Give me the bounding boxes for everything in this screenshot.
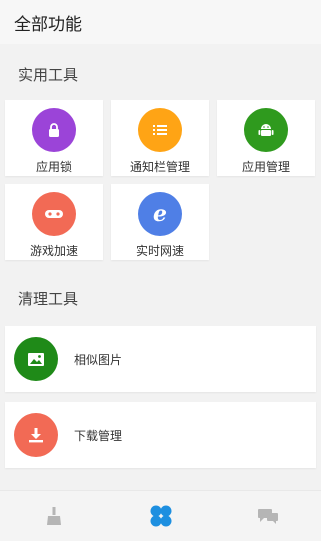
android-icon bbox=[244, 108, 288, 152]
tool-tile-network-speed[interactable]: e 实时网速 bbox=[111, 184, 209, 260]
clean-label: 相似图片 bbox=[74, 352, 123, 367]
gamepad-icon bbox=[32, 192, 76, 236]
download-icon bbox=[14, 413, 58, 457]
ie-icon: e bbox=[138, 192, 182, 236]
tool-tile-app-lock[interactable]: 应用锁 bbox=[5, 100, 103, 176]
page-header: 全部功能 bbox=[0, 0, 321, 44]
image-icon bbox=[14, 337, 58, 381]
clover-icon bbox=[150, 505, 171, 527]
section-title-clean: 清理工具 bbox=[18, 290, 79, 308]
tool-label: 应用管理 bbox=[241, 160, 290, 174]
bottom-tab-bar bbox=[0, 490, 321, 541]
tool-label: 应用锁 bbox=[35, 160, 72, 174]
tool-label: 实时网速 bbox=[135, 244, 184, 258]
tool-tile-notification-manager[interactable]: 通知栏管理 bbox=[111, 100, 209, 176]
tool-tile-app-manager[interactable]: 应用管理 bbox=[217, 100, 315, 176]
list-icon bbox=[138, 108, 182, 152]
tab-all-features[interactable] bbox=[131, 496, 191, 536]
clean-label: 下载管理 bbox=[74, 428, 123, 443]
broom-icon bbox=[46, 507, 61, 525]
tool-tile-game-boost[interactable]: 游戏加速 bbox=[5, 184, 103, 260]
tool-label: 游戏加速 bbox=[29, 244, 78, 258]
lock-icon bbox=[32, 108, 76, 152]
section-title-tools: 实用工具 bbox=[18, 66, 79, 84]
clean-card-download-manager[interactable]: 下载管理 bbox=[5, 402, 316, 468]
chat-icon bbox=[257, 509, 278, 524]
tab-clean[interactable] bbox=[24, 496, 84, 536]
page-title: 全部功能 bbox=[14, 14, 82, 35]
tab-messages[interactable] bbox=[238, 496, 298, 536]
clean-card-similar-images[interactable]: 相似图片 bbox=[5, 326, 316, 392]
tool-label: 通知栏管理 bbox=[129, 160, 190, 174]
